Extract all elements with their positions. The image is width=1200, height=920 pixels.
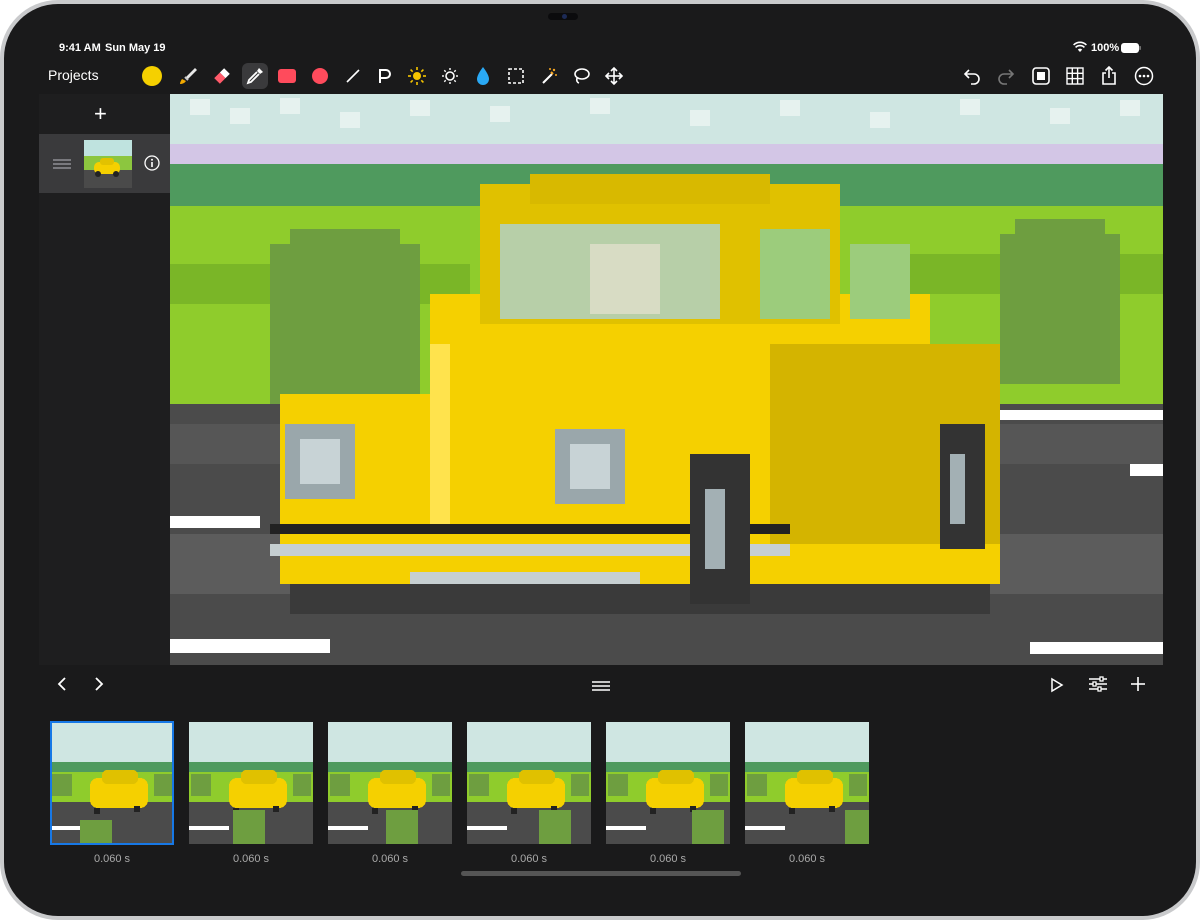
frame-duration: 0.060 s bbox=[788, 853, 826, 865]
fill-drop-icon[interactable] bbox=[471, 64, 495, 88]
frame-duration: 0.060 s bbox=[93, 853, 131, 865]
battery-icon bbox=[1121, 43, 1141, 56]
next-frame-icon[interactable] bbox=[93, 676, 105, 697]
projects-button[interactable]: Projects bbox=[48, 67, 99, 83]
play-icon[interactable] bbox=[1050, 677, 1064, 698]
timeline-settings-icon[interactable] bbox=[1089, 676, 1107, 697]
undo-icon[interactable] bbox=[960, 64, 984, 88]
camera-lens bbox=[562, 14, 567, 19]
frame-duration: 0.060 s bbox=[649, 853, 687, 865]
battery-percent: 100% bbox=[1091, 42, 1120, 54]
wifi-icon bbox=[1073, 41, 1087, 56]
canvas-fit-icon[interactable] bbox=[1029, 64, 1053, 88]
home-indicator bbox=[461, 871, 741, 876]
drawing-canvas[interactable] bbox=[170, 94, 1163, 665]
add-frame-icon[interactable] bbox=[1130, 676, 1146, 697]
selection-icon[interactable] bbox=[504, 64, 528, 88]
status-time: 9:41 AM bbox=[59, 42, 101, 54]
text-tool-icon[interactable] bbox=[373, 64, 397, 88]
move-icon[interactable] bbox=[602, 64, 626, 88]
color-swatch-button[interactable] bbox=[140, 64, 164, 88]
grid-icon[interactable] bbox=[1063, 64, 1087, 88]
frame-duration: 0.060 s bbox=[510, 853, 548, 865]
selected-frame-highlight bbox=[50, 721, 174, 845]
layer-row[interactable] bbox=[39, 134, 170, 193]
frame-thumbnail[interactable] bbox=[328, 722, 452, 844]
drag-handle-icon[interactable] bbox=[53, 157, 71, 175]
eraser-icon[interactable] bbox=[210, 64, 234, 88]
frame-thumbnail[interactable] bbox=[745, 722, 877, 844]
frame-duration: 0.060 s bbox=[371, 853, 409, 865]
ellipse-icon[interactable] bbox=[308, 64, 332, 88]
share-icon[interactable] bbox=[1097, 64, 1121, 88]
timeline-handle-icon[interactable] bbox=[592, 679, 610, 697]
line-icon[interactable] bbox=[341, 64, 365, 88]
frame-thumbnail[interactable] bbox=[189, 722, 313, 844]
magic-wand-icon[interactable] bbox=[537, 64, 561, 88]
lasso-icon[interactable] bbox=[569, 64, 593, 88]
more-icon[interactable] bbox=[1132, 64, 1156, 88]
layer-info-icon[interactable] bbox=[144, 155, 160, 176]
layer-thumbnail bbox=[84, 140, 132, 188]
prev-frame-icon[interactable] bbox=[56, 676, 68, 697]
add-layer-button[interactable]: + bbox=[94, 103, 107, 125]
brush-icon[interactable] bbox=[176, 64, 200, 88]
brightness-icon[interactable] bbox=[405, 64, 429, 88]
redo-icon[interactable] bbox=[994, 64, 1018, 88]
frame-thumbnail[interactable] bbox=[467, 722, 591, 844]
status-date: Sun May 19 bbox=[105, 42, 166, 54]
rectangle-icon[interactable] bbox=[275, 64, 299, 88]
frame-duration: 0.060 s bbox=[232, 853, 270, 865]
darken-icon[interactable] bbox=[438, 64, 462, 88]
eyedropper-icon[interactable] bbox=[242, 63, 268, 89]
frame-thumbnail[interactable] bbox=[606, 722, 730, 844]
